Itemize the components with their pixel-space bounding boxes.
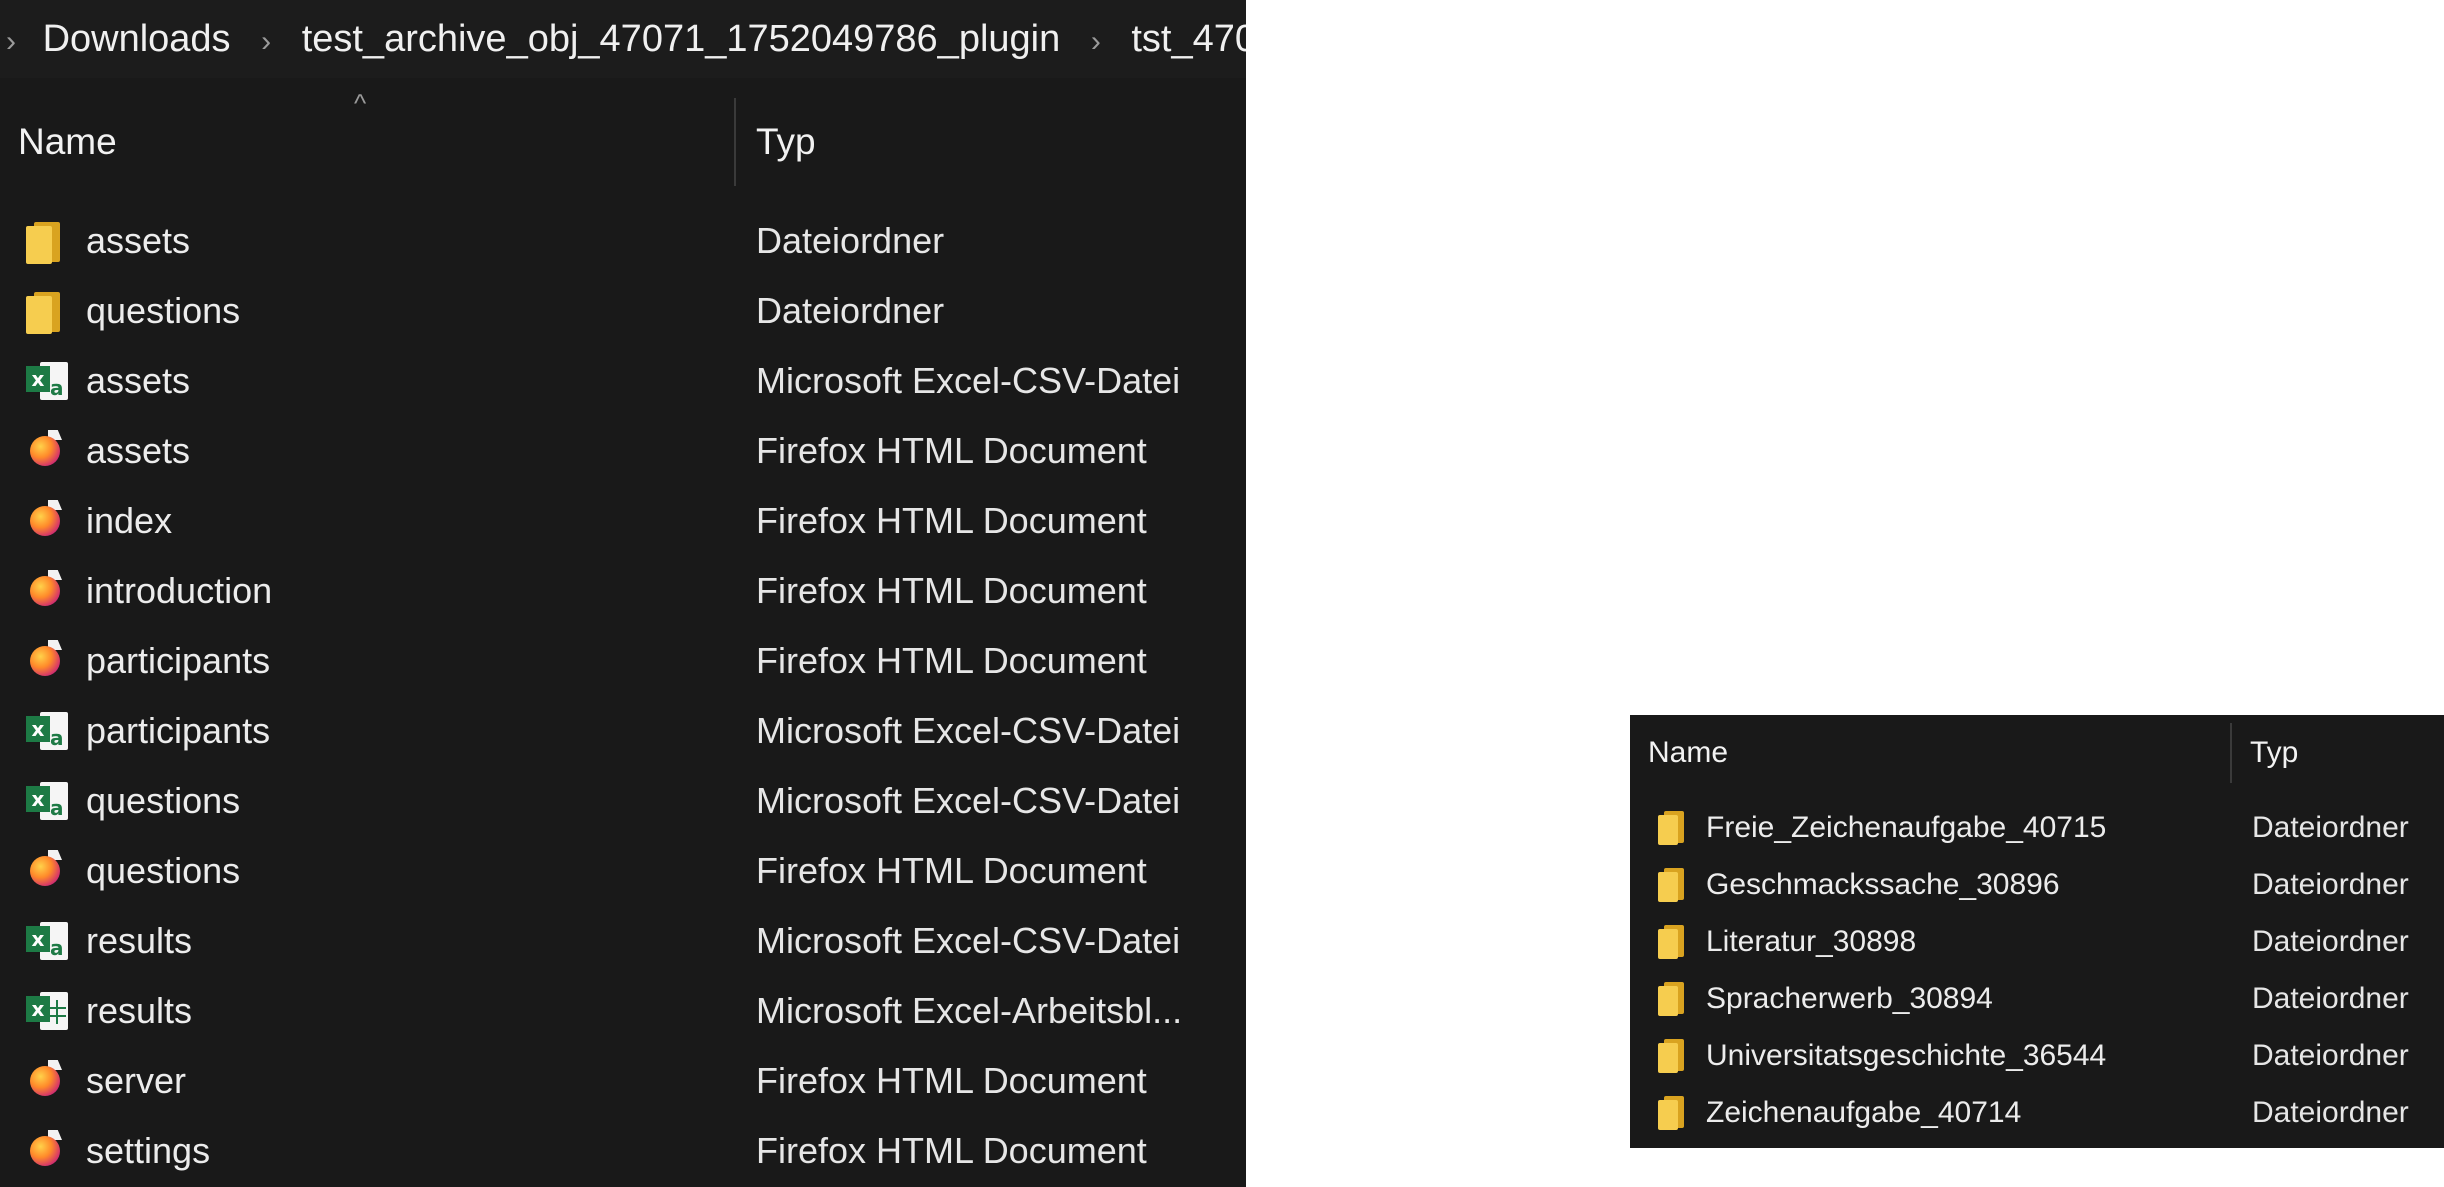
column-header: ^ Name Typ xyxy=(1630,715,2444,791)
list-item[interactable]: participants Firefox HTML Document xyxy=(0,626,1246,696)
excel-sheet-icon: x xyxy=(26,988,68,1034)
list-item[interactable]: x a assets Microsoft Excel-CSV-Datei xyxy=(0,346,1246,416)
firefox-html-icon xyxy=(26,848,66,894)
item-name: participants xyxy=(86,640,271,681)
item-type: Dateiordner xyxy=(2252,1039,2409,1072)
folder-icon xyxy=(1658,809,1690,847)
item-name: results xyxy=(86,990,193,1031)
item-name: Universitatsgeschichte_36544 xyxy=(1706,1039,2107,1072)
item-type: Dateiordner xyxy=(756,290,945,331)
list-item[interactable]: questions Dateiordner xyxy=(0,276,1246,346)
item-type: Firefox HTML Document xyxy=(756,640,1147,681)
folder-icon xyxy=(26,288,66,334)
item-type: Dateiordner xyxy=(2252,982,2409,1015)
item-type: Firefox HTML Document xyxy=(756,1060,1147,1101)
firefox-html-icon xyxy=(26,498,66,544)
item-type: Dateiordner xyxy=(2252,811,2409,844)
firefox-html-icon xyxy=(26,428,66,474)
list-item[interactable]: Freie_Zeichenaufgabe_40715 Dateiordner xyxy=(1630,799,2444,856)
item-type: Firefox HTML Document xyxy=(756,430,1147,471)
folder-icon xyxy=(1658,1094,1690,1132)
file-explorer-sub: ^ Name Typ Freie_Zeichenaufgabe_40715 Dat… xyxy=(1630,715,2444,1148)
breadcrumb-item-archive[interactable]: test_archive_obj_47071_1752049786_plugin xyxy=(292,0,1071,78)
chevron-right-icon[interactable]: › xyxy=(1081,3,1111,78)
item-name: results xyxy=(86,920,193,961)
column-header: ^ Name Typ xyxy=(0,88,1246,186)
folder-icon xyxy=(1658,980,1690,1018)
column-header-type[interactable]: Typ xyxy=(756,98,816,186)
list-item[interactable]: questions Firefox HTML Document xyxy=(0,836,1246,906)
item-name: assets xyxy=(86,220,191,261)
item-type: Dateiordner xyxy=(2252,925,2409,958)
firefox-html-icon xyxy=(26,568,66,614)
item-name: Zeichenaufgabe_40714 xyxy=(1706,1096,2022,1129)
breadcrumb: › Downloads › test_archive_obj_47071_175… xyxy=(0,0,1246,78)
item-name: Literatur_30898 xyxy=(1706,925,1917,958)
item-type: Dateiordner xyxy=(2252,868,2409,901)
item-name: questions xyxy=(86,780,241,821)
folder-icon xyxy=(1658,1037,1690,1075)
firefox-html-icon xyxy=(26,638,66,684)
list-item[interactable]: Universitatsgeschichte_36544 Dateiordner xyxy=(1630,1027,2444,1084)
item-name: participants xyxy=(86,710,271,751)
firefox-html-icon xyxy=(26,1128,66,1174)
list-item[interactable]: introduction Firefox HTML Document xyxy=(0,556,1246,626)
item-name: settings xyxy=(86,1130,211,1171)
chevron-right-icon[interactable]: › xyxy=(251,3,281,78)
breadcrumb-item-downloads[interactable]: Downloads xyxy=(33,0,241,78)
list-item[interactable]: assets Firefox HTML Document xyxy=(0,416,1246,486)
folder-icon xyxy=(26,218,66,264)
item-type: Dateiordner xyxy=(2252,1096,2409,1129)
item-name: assets xyxy=(86,430,191,471)
item-type: Firefox HTML Document xyxy=(756,500,1147,541)
item-name: Spracherwerb_30894 xyxy=(1706,982,1993,1015)
column-header-name[interactable]: Name xyxy=(18,98,117,186)
excel-csv-icon: xa xyxy=(26,918,68,964)
item-type: Microsoft Excel-CSV-Datei xyxy=(756,710,1181,751)
excel-csv-icon: xa xyxy=(26,778,68,824)
list-item[interactable]: x results Microsoft Excel-Arbeitsbl... xyxy=(0,976,1246,1046)
column-divider[interactable] xyxy=(734,98,736,186)
item-name: index xyxy=(86,500,173,541)
column-header-name[interactable]: Name xyxy=(1648,715,1728,791)
column-divider[interactable] xyxy=(2230,723,2232,783)
item-name: questions xyxy=(86,850,241,891)
list-item[interactable]: Literatur_30898 Dateiordner xyxy=(1630,913,2444,970)
item-name: server xyxy=(86,1060,187,1101)
list-item[interactable]: Geschmackssache_30896 Dateiordner xyxy=(1630,856,2444,913)
item-type: Microsoft Excel-CSV-Datei xyxy=(756,360,1181,401)
list-item[interactable]: x a questions Microsoft Excel-CSV-Datei xyxy=(0,766,1246,836)
item-name: introduction xyxy=(86,570,273,611)
item-name: assets xyxy=(86,360,191,401)
file-explorer-main: › Downloads › test_archive_obj_47071_175… xyxy=(0,0,1246,1187)
excel-csv-icon: xa xyxy=(26,708,68,754)
list-item[interactable]: assets Dateiordner xyxy=(0,206,1246,276)
list-item[interactable]: server Firefox HTML Document xyxy=(0,1046,1246,1116)
list-item[interactable]: settings Firefox HTML Document xyxy=(0,1116,1246,1186)
item-type: Microsoft Excel-CSV-Datei xyxy=(756,780,1181,821)
item-name: Geschmackssache_30896 xyxy=(1706,868,2060,901)
sort-ascending-icon: ^ xyxy=(1918,715,1928,727)
item-type: Firefox HTML Document xyxy=(756,570,1147,611)
list-item[interactable]: x a results Microsoft Excel-CSV-Datei xyxy=(0,906,1246,976)
item-type: Firefox HTML Document xyxy=(756,850,1147,891)
sort-ascending-icon: ^ xyxy=(354,88,367,118)
item-name: Freie_Zeichenaufgabe_40715 xyxy=(1706,811,2107,844)
folder-icon xyxy=(1658,923,1690,961)
item-type: Microsoft Excel-Arbeitsbl... xyxy=(756,990,1183,1031)
item-type: Microsoft Excel-CSV-Datei xyxy=(756,920,1181,961)
item-name: questions xyxy=(86,290,241,331)
item-type: Firefox HTML Document xyxy=(756,1130,1147,1171)
chevron-right-icon[interactable]: › xyxy=(0,3,22,78)
list-item[interactable]: index Firefox HTML Document xyxy=(0,486,1246,556)
list-item[interactable]: Zeichenaufgabe_40714 Dateiordner xyxy=(1630,1084,2444,1141)
excel-csv-icon: xa xyxy=(26,358,68,404)
item-type: Dateiordner xyxy=(756,220,945,261)
firefox-html-icon xyxy=(26,1058,66,1104)
list-item[interactable]: x a participants Microsoft Excel-CSV-Datei xyxy=(0,696,1246,766)
breadcrumb-item-tst[interactable]: tst_4707 xyxy=(1121,0,1246,78)
folder-icon xyxy=(1658,866,1690,904)
column-header-type[interactable]: Typ xyxy=(2250,715,2298,791)
list-item[interactable]: Spracherwerb_30894 Dateiordner xyxy=(1630,970,2444,1027)
